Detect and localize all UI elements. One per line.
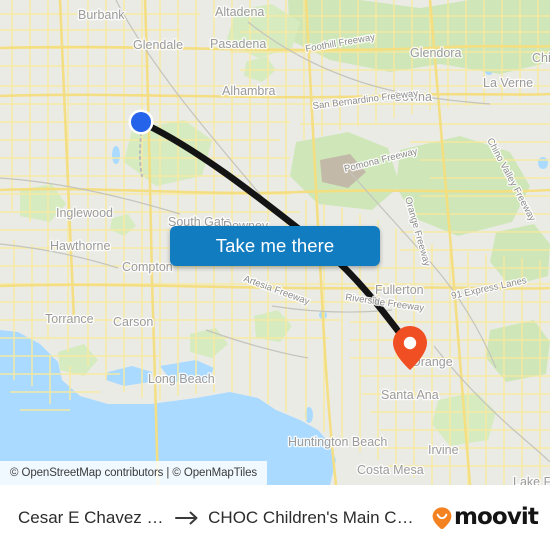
map-city-label: Glendora [410, 46, 461, 60]
map-city-label: Alhambra [222, 84, 276, 98]
take-me-there-label: Take me there [215, 234, 335, 256]
map-attribution: © OpenStreetMap contributors | © OpenMap… [0, 461, 268, 485]
map-city-label: Huntington Beach [288, 435, 387, 449]
map-city-label: Carson [113, 315, 153, 329]
map-city-label: Chino [532, 51, 550, 65]
map-city-label: Costa Mesa [357, 463, 424, 477]
map-city-label: Fullerton [375, 283, 424, 297]
map-city-label: Irvine [428, 443, 459, 457]
map-city-label: Santa Ana [381, 388, 439, 402]
moovit-logo[interactable]: moovit [431, 504, 539, 530]
map-city-label: Glendale [133, 38, 183, 52]
origin-station-label: Cesar E Chavez / Al... [18, 507, 169, 527]
map-city-label: Long Beach [148, 372, 215, 386]
route-summary[interactable]: Cesar E Chavez / Al... CHOC Children's M… [18, 508, 427, 528]
moovit-pin-icon [432, 506, 452, 529]
moovit-wordmark: moovit [453, 504, 539, 530]
origin-dot[interactable] [128, 109, 154, 135]
moovit-trip-map-screen: Burbank Altadena Glendale Pasadena Glendora A… [0, 0, 550, 550]
map-city-label: La Verne [483, 76, 533, 90]
destination-station-label: CHOC Children's Main Camp... [208, 507, 421, 527]
map-city-label: Lake Forest [513, 475, 550, 485]
attribution-text: © OpenStreetMap contributors | © OpenMap… [10, 467, 258, 479]
map-city-label: Compton [122, 260, 173, 274]
map-city-label: Altadena [215, 5, 264, 19]
map-city-label: Hawthorne [50, 239, 110, 253]
map-city-label: Inglewood [56, 206, 113, 220]
map-city-label: Pasadena [210, 37, 266, 51]
arrow-right-icon [175, 511, 198, 524]
take-me-there-button[interactable]: Take me there [170, 226, 380, 266]
trip-footer-bar: Cesar E Chavez / Al... CHOC Children's M… [0, 485, 550, 550]
map-city-label: Torrance [45, 312, 94, 326]
map-city-label: Burbank [78, 8, 125, 22]
